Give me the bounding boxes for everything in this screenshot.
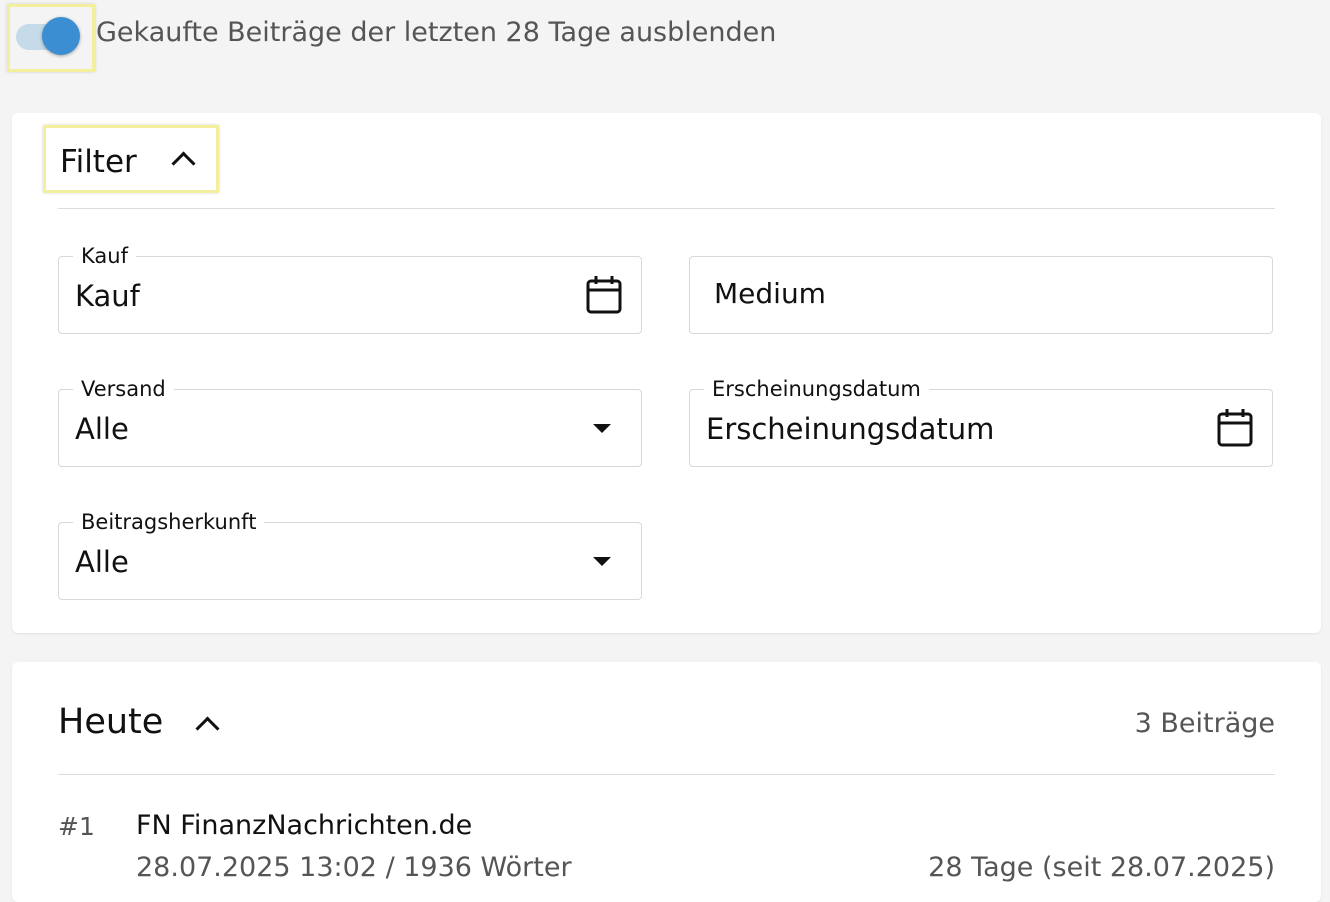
calendar-icon[interactable]: [585, 275, 623, 315]
beitragsherkunft-select[interactable]: Beitragsherkunft Alle: [58, 510, 642, 600]
caret-down-icon[interactable]: [593, 557, 611, 566]
list-count: 3 Beiträge: [1134, 708, 1275, 739]
beitragsherkunft-label: Beitragsherkunft: [73, 510, 265, 534]
kauf-value: Kauf: [75, 279, 140, 313]
medium-placeholder: Medium: [714, 277, 826, 310]
hide-purchased-label: Gekaufte Beiträge der letzten 28 Tage au…: [96, 17, 777, 48]
caret-down-icon[interactable]: [593, 424, 611, 433]
item-number: #1: [58, 812, 95, 841]
erscheinungsdatum-label: Erscheinungsdatum: [704, 377, 929, 401]
list-divider: [58, 774, 1275, 775]
kauf-label: Kauf: [73, 244, 136, 268]
medium-field[interactable]: Medium: [689, 256, 1273, 334]
versand-value: Alle: [75, 412, 129, 446]
item-period: 28 Tage (seit 28.07.2025): [928, 852, 1275, 883]
erscheinungsdatum-value: Erscheinungsdatum: [706, 412, 995, 446]
item-source[interactable]: FN FinanzNachrichten.de: [136, 810, 472, 841]
chevron-up-icon[interactable]: [195, 716, 220, 741]
filter-toggle-header[interactable]: Filter: [43, 125, 219, 193]
erscheinungsdatum-field[interactable]: Erscheinungsdatum Erscheinungsdatum: [689, 377, 1273, 467]
toggle-knob: [42, 17, 80, 55]
calendar-icon[interactable]: [1216, 408, 1254, 448]
kauf-date-field[interactable]: Kauf Kauf: [58, 244, 642, 334]
top-bar: Gekaufte Beiträge der letzten 28 Tage au…: [0, 0, 1330, 72]
item-meta: 28.07.2025 13:02 / 1936 Wörter: [136, 852, 572, 883]
beitragsherkunft-value: Alle: [75, 545, 129, 579]
filter-title: Filter: [60, 144, 137, 180]
today-list-panel: Heute 3 Beiträge #1 FN FinanzNachrichten…: [12, 662, 1321, 902]
versand-select[interactable]: Versand Alle: [58, 377, 642, 467]
list-title: Heute: [58, 702, 164, 742]
chevron-up-icon: [171, 151, 196, 176]
hide-purchased-toggle[interactable]: [7, 4, 95, 72]
filter-divider: [58, 208, 1275, 209]
versand-label: Versand: [73, 377, 174, 401]
filter-panel: Filter Kauf Kauf Medium Versand Alle Ers…: [12, 113, 1321, 633]
